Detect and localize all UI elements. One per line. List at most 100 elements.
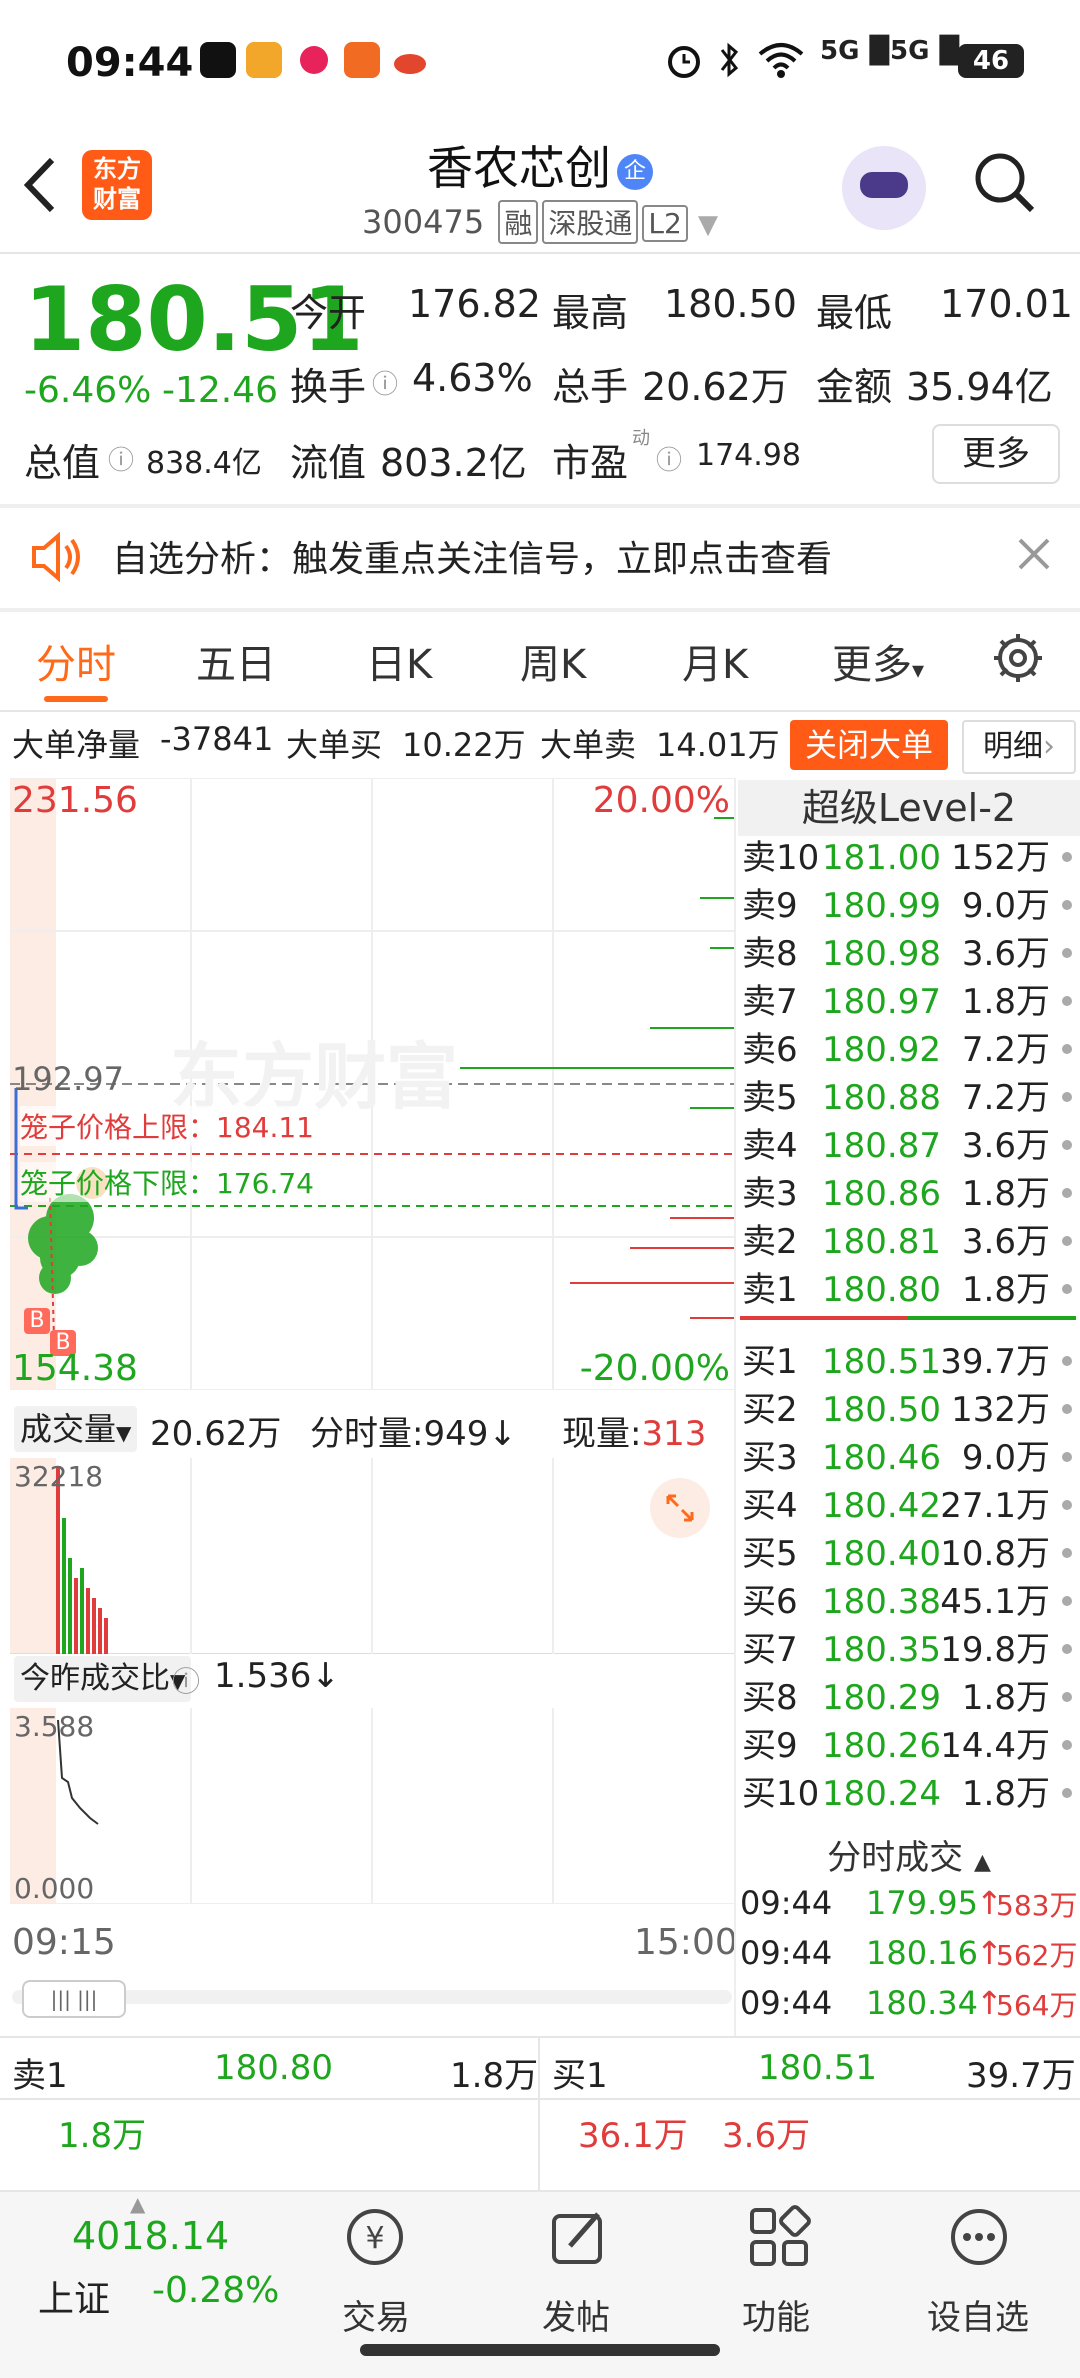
ask-row[interactable]: 卖2 180.81 3.6万 (738, 1218, 1080, 1266)
bluetooth-icon (714, 40, 744, 84)
ratio-value: 1.536↓ (214, 1656, 340, 1696)
close-icon[interactable] (1016, 536, 1052, 576)
big-net-value: -37841 (160, 720, 274, 758)
close-big-order-button[interactable]: 关闭大单 (790, 720, 948, 770)
ask-row[interactable]: 卖10 181.00 152万 (738, 834, 1080, 882)
wifi-icon (756, 40, 806, 84)
intraday-chart[interactable]: 东方财富 231.56 20.00% 192.97 笼子价格上限：184.11 … (10, 778, 734, 1390)
info-icon[interactable]: ⓘ (372, 364, 398, 401)
banner-text[interactable]: 自选分析：触发重点关注信号，立即点击查看 (112, 530, 832, 582)
bid-row[interactable]: 买6 180.38 45.1万 (738, 1578, 1080, 1626)
trades-title[interactable]: 分时成交 ▲ (738, 1830, 1080, 1879)
bid-volume: 45.1万 (940, 1582, 1050, 1622)
tab-daily[interactable]: 日K (366, 632, 432, 690)
buy-marker-icon[interactable]: B (24, 1308, 50, 1334)
bid-row[interactable]: 买2 180.50 132万 (738, 1386, 1080, 1434)
gear-icon[interactable] (990, 630, 1046, 690)
bid-price: 180.24 (822, 1774, 941, 1814)
ask-row[interactable]: 卖8 180.98 3.6万 (738, 930, 1080, 978)
trade-volume: 564万 (996, 1989, 1078, 2022)
info-icon[interactable]: ⓘ (656, 440, 682, 477)
bid-row[interactable]: 买4 180.42 27.1万 (738, 1482, 1080, 1530)
bid-row[interactable]: 买1 180.51 39.7万 (738, 1338, 1080, 1386)
bid-row[interactable]: 买7 180.35 19.8万 (738, 1626, 1080, 1674)
nav-functions[interactable]: 功能 (716, 2290, 836, 2339)
nav-add-watchlist[interactable]: 设自选 (918, 2290, 1038, 2339)
bid-row[interactable]: 买10 180.24 1.8万 (738, 1770, 1080, 1818)
post-icon[interactable] (546, 2204, 612, 2274)
bid-dot (1062, 1644, 1072, 1654)
queue-buy-item: 3.6万 (722, 2116, 811, 2156)
detail-button[interactable]: 明细› (962, 720, 1076, 774)
pe-value: 174.98 (696, 438, 801, 473)
ask-dot (1062, 1188, 1072, 1198)
battery-icon: 46 (958, 44, 1024, 78)
queue-sell-vol: 1.8万 (450, 2056, 539, 2096)
more-button[interactable]: 更多 (932, 424, 1060, 484)
ratio-selector[interactable]: 今昨成交比▼ (14, 1656, 192, 1702)
expand-icon[interactable] (650, 1478, 710, 1538)
trade-icon[interactable]: ¥ (342, 2204, 408, 2274)
bid-row[interactable]: 买5 180.40 10.8万 (738, 1530, 1080, 1578)
assistant-robot-icon[interactable] (842, 146, 926, 230)
ask-row[interactable]: 卖7 180.97 1.8万 (738, 978, 1080, 1026)
ask-row[interactable]: 卖4 180.87 3.6万 (738, 1122, 1080, 1170)
tab-intraday[interactable]: 分时 (36, 632, 116, 690)
cage-upper: 笼子价格上限：184.11 (20, 1106, 314, 1146)
divider (0, 252, 1080, 254)
queue-sell-label: 卖1 (12, 2056, 68, 2096)
float-label: 流值 (290, 441, 367, 485)
change-pct: -6.46% (24, 370, 152, 411)
search-icon[interactable] (972, 150, 1036, 214)
index-pct[interactable]: -0.28% (152, 2270, 279, 2311)
tab-more[interactable]: 更多▾ (832, 632, 924, 690)
trade-price: 180.34 (866, 1984, 978, 2022)
low-value: 170.01 (940, 282, 1073, 326)
chevron-up-icon: ▲ (973, 1850, 991, 1875)
volume-chart[interactable]: 32218 (10, 1458, 734, 1655)
ask-row[interactable]: 卖5 180.88 7.2万 (738, 1074, 1080, 1122)
nav-post[interactable]: 发帖 (516, 2290, 636, 2339)
index-value[interactable]: 4018.14 (72, 2214, 229, 2258)
ask-dot (1062, 1044, 1072, 1054)
ask-price: 180.98 (822, 934, 941, 974)
ask-price: 180.97 (822, 982, 941, 1022)
stock-code: 300475 (362, 203, 485, 241)
ask-row[interactable]: 卖6 180.92 7.2万 (738, 1026, 1080, 1074)
ask-row[interactable]: 卖3 180.86 1.8万 (738, 1170, 1080, 1218)
bid-dot (1062, 1596, 1072, 1606)
more-icon[interactable] (946, 2204, 1012, 2274)
bid-dot (1062, 1404, 1072, 1414)
ask-price: 180.99 (822, 886, 941, 926)
scroll-handle[interactable]: ||| ||| (22, 1980, 126, 2018)
bid-row[interactable]: 买3 180.46 9.0万 (738, 1434, 1080, 1482)
volume-selector[interactable]: 成交量▼ (14, 1406, 138, 1452)
level2-title[interactable]: 超级Level-2 (738, 780, 1080, 836)
home-indicator[interactable] (360, 2344, 720, 2356)
nav-trade[interactable]: 交易 (316, 2290, 436, 2339)
tab-monthly[interactable]: 月K (682, 632, 748, 690)
ask-row[interactable]: 卖9 180.99 9.0万 (738, 882, 1080, 930)
divider (0, 2036, 1080, 2038)
tab-weekly[interactable]: 周K (520, 632, 586, 690)
bid-row[interactable]: 买9 180.26 14.4万 (738, 1722, 1080, 1770)
functions-icon[interactable] (746, 2204, 812, 2274)
index-name[interactable]: 上证 (38, 2270, 110, 2322)
ask-dot (1062, 900, 1072, 910)
ask-row[interactable]: 卖1 180.80 1.8万 (738, 1266, 1080, 1314)
help-icon[interactable]: ⓘ (172, 1660, 200, 1700)
bid-dot (1062, 1740, 1072, 1750)
ask-volume: 152万 (951, 838, 1050, 878)
ratio-chart[interactable]: 3.588 0.000 (10, 1708, 734, 1905)
bid-level: 买3 (742, 1438, 798, 1478)
bid-level: 买5 (742, 1534, 798, 1574)
divider (0, 608, 1080, 612)
tab-indicator (44, 696, 108, 702)
tab-5day[interactable]: 五日 (196, 632, 276, 690)
bid-level: 买4 (742, 1486, 798, 1526)
bid-price: 180.46 (822, 1438, 941, 1478)
ask-dot (1062, 1236, 1072, 1246)
info-icon[interactable]: ⓘ (108, 440, 134, 477)
bid-row[interactable]: 买8 180.29 1.8万 (738, 1674, 1080, 1722)
trade-row: 09:44 180.16 ↑ 562万 (740, 1934, 1080, 1984)
